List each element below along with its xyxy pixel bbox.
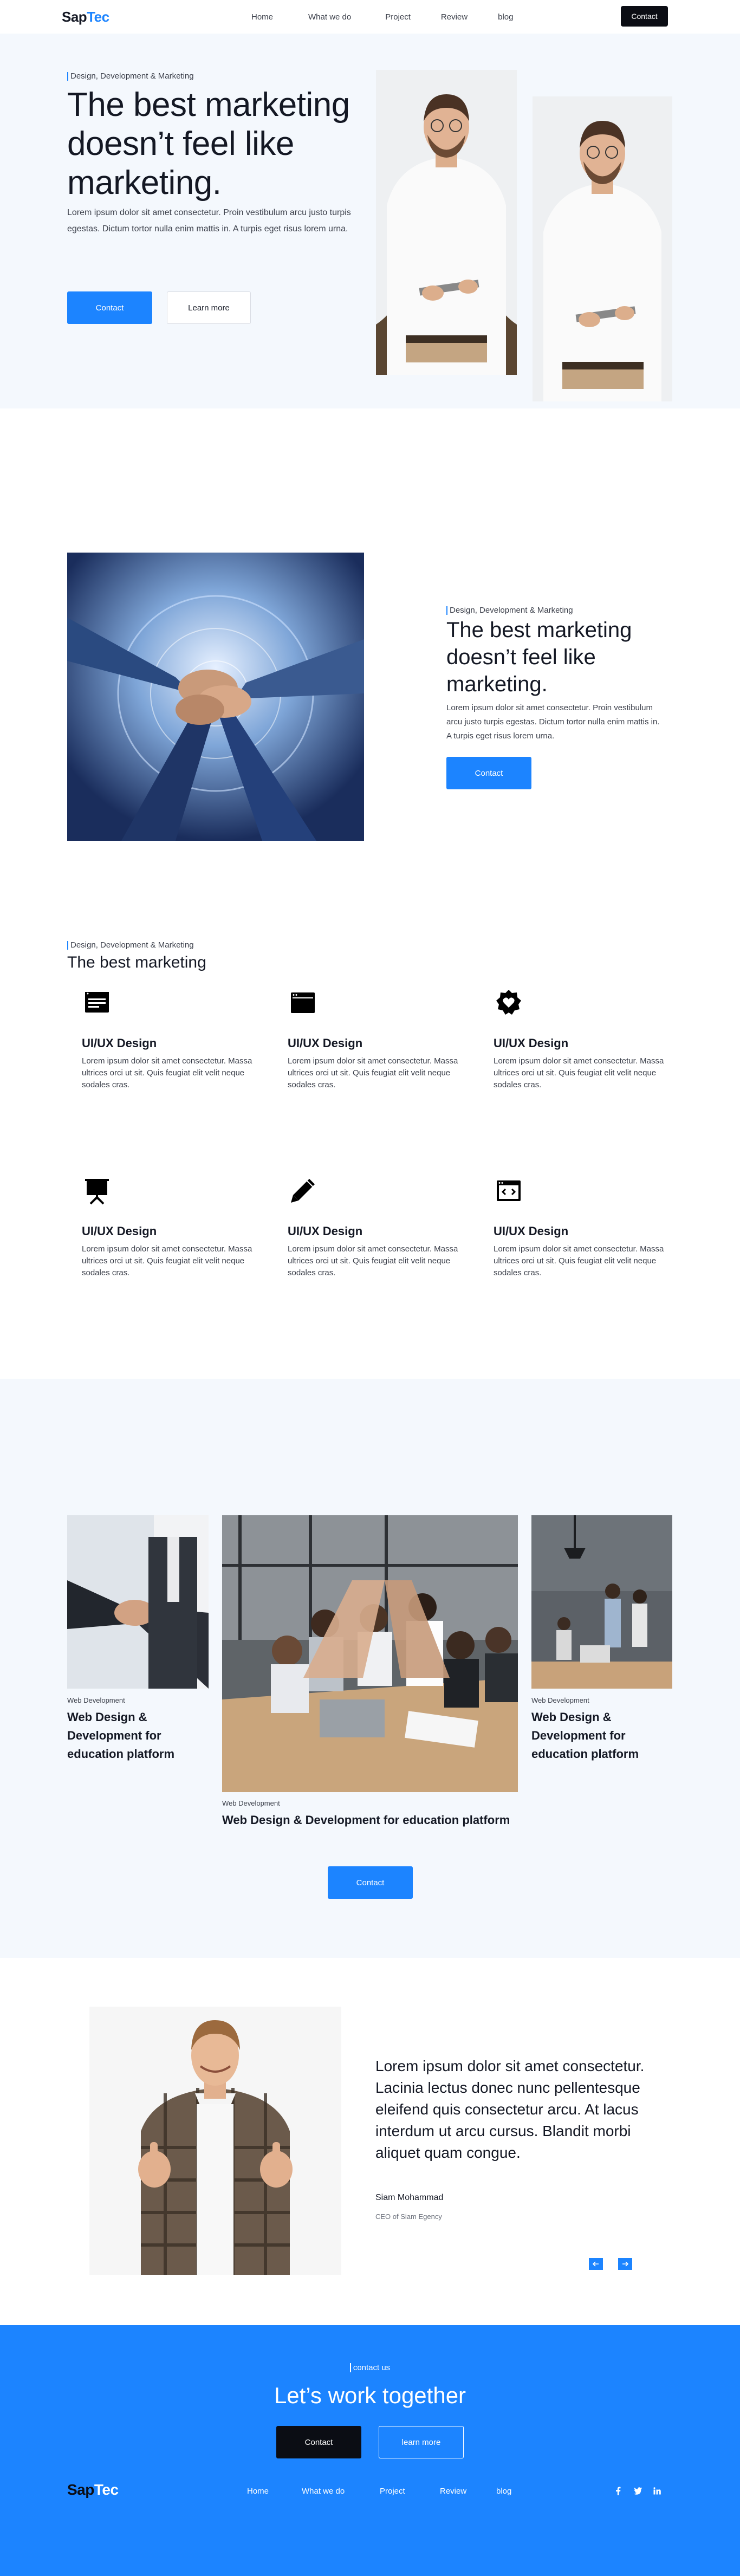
nav-link-project[interactable]: Project: [385, 12, 411, 22]
hero-title: The best marketing doesn’t feel like mar…: [67, 86, 350, 202]
service-card: UI/UX Design Lorem ipsum dolor sit amet …: [494, 1176, 667, 1279]
testimonial-section: Lorem ipsum dolor sit amet consectetur. …: [0, 1958, 740, 2325]
about-contact-button[interactable]: Contact: [446, 757, 531, 789]
project-tag: Web Development: [67, 1696, 125, 1704]
footer-link-home[interactable]: Home: [247, 2487, 269, 2496]
service-title: UI/UX Design: [82, 1224, 157, 1238]
footer-section: contact us Let’s work together Contact l…: [0, 2325, 740, 2576]
service-text: Lorem ipsum dolor sit amet consectetur. …: [494, 1056, 664, 1089]
code-window-icon: [497, 1180, 521, 1201]
services-section: Design, Development & Marketing The best…: [0, 931, 740, 1379]
project-tag: Web Development: [222, 1799, 280, 1807]
about-lead: Lorem ipsum dolor sit amet consectetur. …: [446, 703, 660, 741]
footer-link-what-we-do[interactable]: What we do: [302, 2487, 345, 2496]
nav-contact-button[interactable]: Contact: [621, 6, 668, 27]
nav-link-blog[interactable]: blog: [498, 12, 513, 22]
services-title: The best marketing: [67, 953, 206, 971]
service-text: Lorem ipsum dolor sit amet consectetur. …: [494, 1244, 664, 1277]
service-card: UI/UX Design Lorem ipsum dolor sit amet …: [288, 988, 461, 1091]
hero-photo-man-1: [376, 70, 517, 375]
testimonial-next-button[interactable]: [618, 2258, 632, 2270]
service-card: UI/UX Design Lorem ipsum dolor sit amet …: [494, 988, 667, 1091]
service-text: Lorem ipsum dolor sit amet consectetur. …: [82, 1244, 252, 1277]
twitter-icon[interactable]: [633, 2486, 642, 2496]
arrow-left-icon: [593, 2261, 599, 2267]
hero-lead: Lorem ipsum dolor sit amet consectetur. …: [67, 208, 351, 233]
footer-brand-logo[interactable]: SapTec: [67, 2481, 119, 2499]
facebook-icon[interactable]: [613, 2486, 623, 2496]
footer-link-review[interactable]: Review: [440, 2487, 466, 2496]
project-photo-team-meeting[interactable]: [222, 1515, 518, 1792]
presentation-board-icon: [85, 1179, 109, 1205]
linkedin-icon[interactable]: [652, 2486, 662, 2496]
project-photo-office-team[interactable]: [531, 1515, 672, 1689]
nav-link-home[interactable]: Home: [251, 12, 273, 22]
about-title: The best marketing doesn’t feel like mar…: [446, 618, 632, 696]
service-card: UI/UX Design Lorem ipsum dolor sit amet …: [82, 1176, 255, 1279]
footer-title: Let’s work together: [274, 2383, 466, 2408]
hero-section: Design, Development & Marketing The best…: [0, 34, 740, 408]
service-title: UI/UX Design: [82, 1036, 157, 1050]
projects-section: Web Development Web Design & Development…: [0, 1379, 740, 1958]
project-title[interactable]: Web Design & Development for education p…: [531, 1708, 672, 1763]
footer-link-blog[interactable]: blog: [496, 2487, 511, 2496]
footer-learn-more-button[interactable]: learn more: [379, 2426, 464, 2458]
top-nav: SapTec Home What we do Project Review bl…: [0, 0, 740, 34]
footer-tag: contact us: [0, 2363, 740, 2372]
about-photo-team-hands: [67, 553, 364, 841]
hero-photo-man-2: [533, 96, 672, 401]
testimonial-quote: Lorem ipsum dolor sit amet consectetur. …: [375, 2058, 645, 2161]
arrow-right-icon: [622, 2261, 628, 2267]
brand-logo[interactable]: SapTec: [62, 9, 109, 25]
window-icon: [291, 992, 315, 1013]
service-text: Lorem ipsum dolor sit amet consectetur. …: [288, 1244, 458, 1277]
footer-link-project[interactable]: Project: [380, 2487, 405, 2496]
project-tag: Web Development: [531, 1696, 589, 1704]
service-card: UI/UX Design Lorem ipsum dolor sit amet …: [288, 1176, 461, 1279]
project-title[interactable]: Web Design & Development for education p…: [67, 1708, 209, 1763]
about-tag: Design, Development & Marketing: [446, 606, 573, 615]
service-card: UI/UX Design Lorem ipsum dolor sit amet …: [82, 988, 255, 1091]
testimonial-name: Siam Mohammad: [375, 2193, 444, 2202]
service-text: Lorem ipsum dolor sit amet consectetur. …: [288, 1056, 458, 1089]
service-title: UI/UX Design: [288, 1036, 363, 1050]
project-title[interactable]: Web Design & Development for education p…: [222, 1811, 525, 1829]
service-title: UI/UX Design: [494, 1224, 569, 1238]
heart-badge-icon: [496, 990, 521, 1015]
nav-link-what-we-do[interactable]: What we do: [308, 12, 351, 22]
browser-window-icon: [85, 992, 109, 1013]
testimonial-photo-man: [89, 2007, 341, 2275]
testimonial-role: CEO of Siam Egency: [375, 2212, 442, 2221]
hero-learn-more-button[interactable]: Learn more: [167, 291, 251, 324]
services-tag: Design, Development & Marketing: [67, 941, 194, 950]
service-title: UI/UX Design: [494, 1036, 569, 1050]
about-section: Design, Development & Marketing The best…: [0, 408, 740, 931]
service-text: Lorem ipsum dolor sit amet consectetur. …: [82, 1056, 252, 1089]
projects-contact-button[interactable]: Contact: [328, 1866, 413, 1899]
nav-link-review[interactable]: Review: [441, 12, 468, 22]
service-title: UI/UX Design: [288, 1224, 363, 1238]
hero-contact-button[interactable]: Contact: [67, 291, 152, 324]
testimonial-prev-button[interactable]: [589, 2258, 603, 2270]
nav-links: Home What we do Project Review blog: [251, 12, 513, 22]
footer-contact-button[interactable]: Contact: [276, 2426, 361, 2458]
project-photo-handshake[interactable]: [67, 1515, 209, 1689]
pencil-icon: [291, 1179, 315, 1203]
hero-tag: Design, Development & Marketing: [67, 72, 194, 81]
